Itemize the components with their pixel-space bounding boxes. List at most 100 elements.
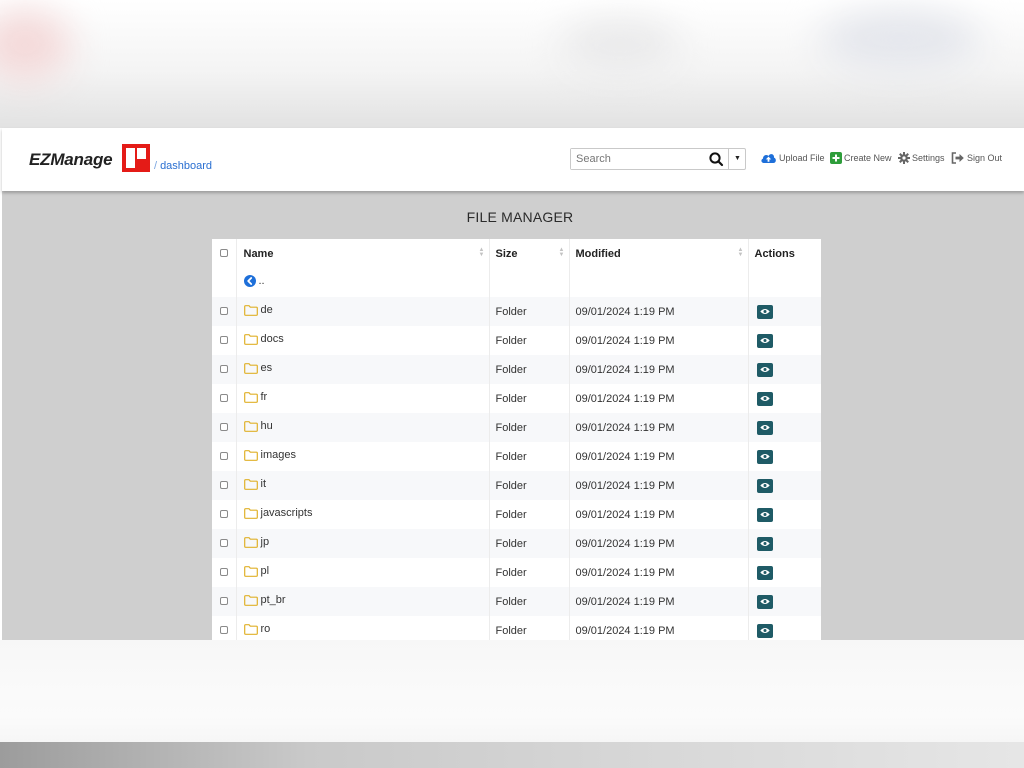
eye-icon [759, 308, 770, 315]
view-button[interactable] [756, 594, 773, 609]
app-header: EZManage /dashboard ▼ Upload File Cr [2, 128, 1024, 191]
folder-link[interactable]: javascripts [243, 507, 312, 519]
table-row[interactable]: pl Folder 09/01/2024 1:19 PM [212, 558, 821, 587]
parent-directory-row[interactable]: .. [212, 268, 821, 297]
size-cell: Folder [489, 297, 570, 326]
view-button[interactable] [756, 449, 773, 464]
folder-link[interactable]: jp [243, 536, 269, 548]
table-row[interactable]: hu Folder 09/01/2024 1:19 PM [212, 413, 821, 442]
folder-name: it [260, 478, 267, 491]
size-cell: Folder [489, 587, 570, 616]
view-button[interactable] [756, 536, 773, 551]
table-row[interactable]: jp Folder 09/01/2024 1:19 PM [212, 529, 821, 558]
folder-link[interactable]: it [243, 478, 267, 491]
search-input[interactable] [571, 149, 701, 169]
size-cell: Folder [489, 500, 570, 529]
parent-directory-label: .. [258, 275, 265, 287]
breadcrumb-link-dashboard[interactable]: dashboard [160, 160, 212, 172]
row-checkbox[interactable] [219, 335, 228, 344]
folder-link[interactable]: pl [243, 565, 269, 577]
folder-link[interactable]: images [243, 449, 296, 461]
folder-link[interactable]: ro [243, 623, 270, 635]
eye-icon [759, 598, 770, 605]
background-strip [0, 742, 1024, 768]
folder-icon [243, 420, 258, 432]
folder-icon [243, 623, 258, 635]
folder-link[interactable]: de [243, 304, 273, 317]
parent-directory-link[interactable]: .. [243, 275, 265, 287]
folder-link[interactable]: es [243, 362, 272, 374]
modified-cell: 09/01/2024 1:19 PM [569, 471, 749, 500]
row-checkbox[interactable] [219, 509, 228, 518]
view-button[interactable] [756, 362, 773, 377]
select-all-cell [212, 239, 237, 268]
table-row[interactable]: javascripts Folder 09/01/2024 1:19 PM [212, 500, 821, 529]
view-button[interactable] [756, 391, 773, 406]
row-checkbox[interactable] [219, 567, 228, 576]
folder-link[interactable]: hu [243, 420, 273, 432]
select-all-checkbox[interactable] [219, 248, 228, 257]
folder-icon [243, 449, 258, 461]
view-button[interactable] [756, 304, 773, 319]
column-header-actions: Actions [748, 239, 821, 268]
row-checkbox[interactable] [219, 364, 228, 373]
modified-cell: 09/01/2024 1:19 PM [569, 297, 749, 326]
modified-cell: 09/01/2024 1:19 PM [569, 442, 749, 471]
modified-cell: 09/01/2024 1:19 PM [569, 529, 749, 558]
folder-icon [243, 391, 258, 403]
eye-icon [759, 540, 770, 547]
row-checkbox[interactable] [219, 480, 228, 489]
eye-icon [759, 627, 770, 634]
table-row[interactable]: ro Folder 09/01/2024 1:19 PM [212, 616, 821, 640]
breadcrumb: / dashboard [154, 160, 212, 172]
row-checkbox[interactable] [219, 422, 228, 431]
view-button[interactable] [756, 623, 773, 638]
brand-name[interactable]: EZManage [29, 150, 113, 170]
file-table: Name ▲ ▼ Size ▲ ▼ Modified ▲ ▼ Actions .. [212, 239, 821, 640]
size-cell: Folder [489, 471, 570, 500]
table-row[interactable]: it Folder 09/01/2024 1:19 PM [212, 471, 821, 500]
search-button[interactable] [705, 150, 727, 168]
size-cell: Folder [489, 355, 570, 384]
row-checkbox[interactable] [219, 306, 228, 315]
eye-icon [759, 395, 770, 402]
folder-name: de [260, 304, 273, 317]
table-row[interactable]: es Folder 09/01/2024 1:19 PM [212, 355, 821, 384]
table-row[interactable]: pt_br Folder 09/01/2024 1:19 PM [212, 587, 821, 616]
row-checkbox[interactable] [219, 538, 228, 547]
view-button[interactable] [756, 565, 773, 580]
create-new-button[interactable]: Create New [830, 150, 892, 166]
sign-out-button[interactable]: Sign Out [951, 150, 1002, 166]
table-row[interactable]: docs Folder 09/01/2024 1:19 PM [212, 326, 821, 355]
folder-icon [243, 536, 258, 548]
folder-link[interactable]: pt_br [243, 594, 286, 606]
column-header-modified[interactable]: Modified ▲ ▼ [569, 239, 749, 268]
column-header-name[interactable]: Name ▲ ▼ [236, 239, 490, 268]
folder-link[interactable]: fr [243, 391, 267, 403]
breadcrumb-separator: / [154, 160, 158, 172]
upload-file-button[interactable]: Upload File [760, 150, 825, 166]
settings-button[interactable]: Settings [898, 150, 945, 166]
view-button[interactable] [756, 333, 773, 348]
row-checkbox[interactable] [219, 596, 228, 605]
view-button[interactable] [756, 478, 773, 493]
modified-cell: 09/01/2024 1:19 PM [569, 616, 749, 640]
plus-square-icon [830, 152, 842, 164]
search-box: ▼ [570, 148, 746, 170]
folder-name: docs [260, 333, 284, 346]
eye-icon [759, 453, 770, 460]
table-row[interactable]: images Folder 09/01/2024 1:19 PM [212, 442, 821, 471]
view-button[interactable] [756, 507, 773, 522]
table-row[interactable]: fr Folder 09/01/2024 1:19 PM [212, 384, 821, 413]
view-button[interactable] [756, 420, 773, 435]
brand-logo-icon[interactable] [122, 144, 150, 172]
eye-icon [759, 337, 770, 344]
row-checkbox[interactable] [219, 393, 228, 402]
row-checkbox[interactable] [219, 625, 228, 634]
folder-icon [243, 478, 258, 490]
search-dropdown-toggle[interactable]: ▼ [728, 149, 746, 169]
folder-link[interactable]: docs [243, 333, 284, 346]
row-checkbox[interactable] [219, 451, 228, 460]
column-header-size[interactable]: Size ▲ ▼ [489, 239, 570, 268]
table-row[interactable]: de Folder 09/01/2024 1:19 PM [212, 297, 821, 326]
